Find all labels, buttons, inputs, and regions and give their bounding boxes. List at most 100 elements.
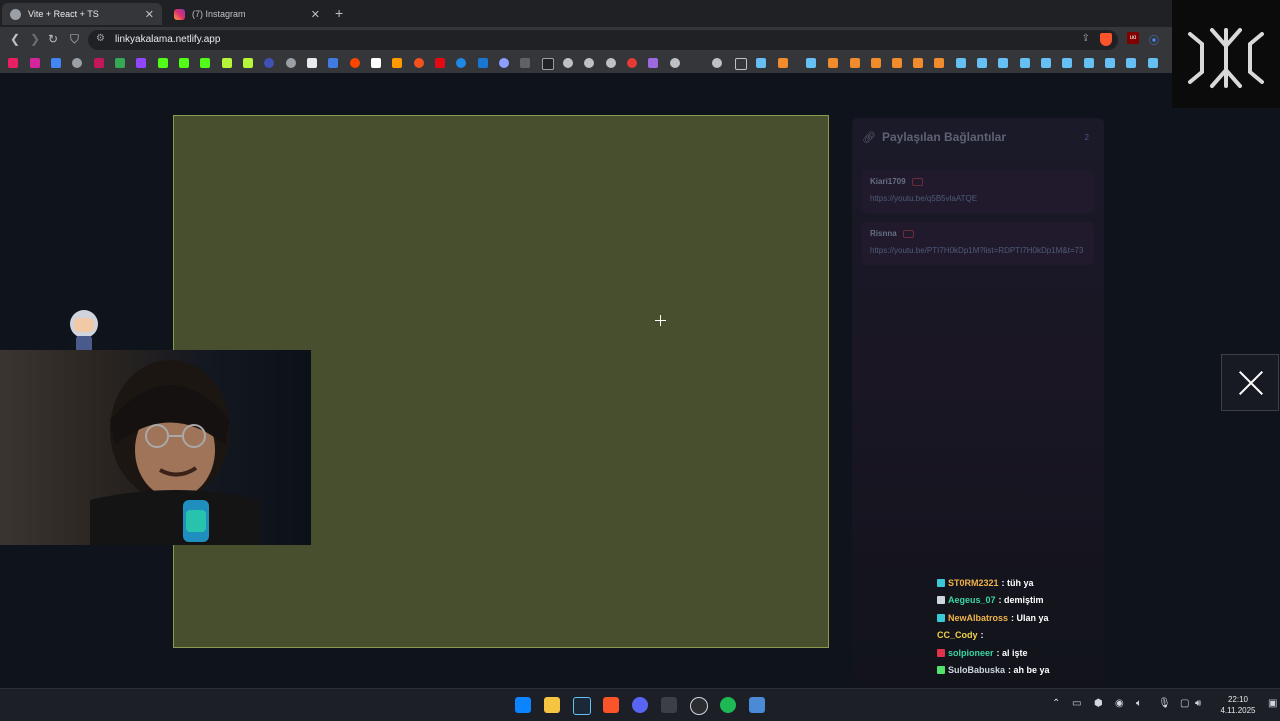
bookmark-item-icon[interactable] — [328, 58, 338, 68]
bookmark-item-icon[interactable] — [778, 58, 788, 68]
bookmark-item-icon[interactable] — [158, 58, 168, 68]
close-tab-icon[interactable]: ✕ — [311, 8, 320, 21]
bookmark-item-icon[interactable] — [871, 58, 881, 68]
steam-bookmark-icon[interactable] — [1020, 58, 1030, 68]
steam-bookmark-icon[interactable] — [1041, 58, 1051, 68]
forward-icon[interactable]: ❯ — [30, 32, 40, 46]
file-explorer-icon[interactable] — [544, 697, 560, 713]
steam-bookmark-icon[interactable] — [1084, 58, 1094, 68]
bookmark-item-icon[interactable] — [499, 58, 509, 68]
notification-icon[interactable]: ▣ — [1268, 698, 1277, 709]
app-icon[interactable] — [749, 697, 765, 713]
chat-username: ST0RM2321 — [948, 577, 999, 588]
steam-bookmark-icon[interactable] — [756, 58, 766, 68]
chevron-up-icon[interactable]: ⌃ — [1052, 698, 1060, 709]
spotify-icon[interactable] — [720, 697, 736, 713]
bookmark-item-icon[interactable] — [520, 58, 530, 68]
kick-badge-icon — [937, 666, 945, 675]
reload-icon[interactable]: ↻ — [48, 32, 58, 46]
link-url[interactable]: https://youtu.be/q5B5vlaATQE — [870, 192, 1086, 206]
steam-bookmark-icon[interactable] — [1062, 58, 1072, 68]
bookmark-item-icon[interactable] — [712, 58, 722, 68]
bookmark-item-icon[interactable] — [670, 58, 680, 68]
shared-link-card[interactable]: Kiari1709 https://youtu.be/q5B5vlaATQE — [862, 170, 1094, 213]
bookmark-item-icon[interactable] — [179, 58, 189, 68]
bookmark-item-icon[interactable] — [222, 58, 232, 68]
bookmark-item-icon[interactable] — [392, 58, 402, 68]
bookmark-item-icon[interactable] — [563, 58, 573, 68]
steam-bookmark-icon[interactable] — [806, 58, 816, 68]
steam-bookmark-icon[interactable] — [1105, 58, 1115, 68]
address-bar[interactable]: ⚙ linkyakalama.netlify.app ⇪ — [88, 30, 1118, 50]
system-clock[interactable]: 22:10 4.11.2025 — [1212, 694, 1264, 716]
shared-link-card[interactable]: Risnna https://youtu.be/PTI7H0kDp1M?list… — [862, 222, 1094, 265]
bookmark-item-icon[interactable] — [72, 58, 82, 68]
bookmark-item-icon[interactable] — [94, 58, 104, 68]
chat-text: : al işte — [996, 647, 1028, 658]
bookmark-item-icon[interactable] — [542, 58, 554, 70]
bookmark-item-icon[interactable] — [286, 58, 296, 68]
bookmark-item-icon[interactable] — [136, 58, 146, 68]
speaker-icon[interactable]: 🔊︎ — [1195, 698, 1201, 709]
kick-badge-icon — [937, 648, 945, 657]
bookmark-item-icon[interactable] — [264, 58, 274, 68]
bookmark-item-icon[interactable] — [435, 58, 445, 68]
steam-bookmark-icon[interactable] — [956, 58, 966, 68]
bookmark-icon[interactable]: ⛉ — [70, 32, 79, 47]
bookmark-item-icon[interactable] — [850, 58, 860, 68]
bookmark-item-icon[interactable] — [828, 58, 838, 68]
site-info-icon[interactable]: ⚙ — [96, 33, 105, 44]
bookmark-item-icon[interactable] — [8, 58, 18, 68]
ublock-icon[interactable]: uo — [1127, 32, 1139, 44]
tab-instagram[interactable]: (7) Instagram ✕ — [166, 3, 328, 25]
back-icon[interactable]: ❮ — [10, 32, 20, 46]
clock-date: 4.11.2025 — [1220, 706, 1256, 715]
badge-icon — [937, 613, 945, 622]
bookmark-item-icon[interactable] — [350, 58, 360, 68]
battery-icon[interactable]: ▭ — [1072, 698, 1081, 709]
steam-bookmark-icon[interactable] — [1126, 58, 1136, 68]
bookmark-item-icon[interactable] — [243, 58, 253, 68]
bookmark-item-icon[interactable] — [456, 58, 466, 68]
brave-browser-icon[interactable] — [603, 697, 619, 713]
close-icon[interactable] — [1221, 354, 1279, 411]
new-tab-button[interactable]: + — [335, 5, 343, 21]
bookmark-item-icon[interactable] — [913, 58, 923, 68]
steam-bookmark-icon[interactable] — [1148, 58, 1158, 68]
app-icon[interactable] — [661, 697, 677, 713]
steam-bookmark-icon[interactable] — [977, 58, 987, 68]
steam-icon[interactable] — [573, 697, 591, 715]
windows-start-icon[interactable] — [515, 697, 531, 713]
obs-icon[interactable] — [690, 697, 708, 715]
bookmark-item-icon[interactable] — [584, 58, 594, 68]
extension-icon[interactable]: ⦿ — [1149, 32, 1159, 47]
bookmark-item-icon[interactable] — [307, 58, 317, 68]
url-text[interactable]: linkyakalama.netlify.app — [115, 34, 220, 45]
discord-icon[interactable] — [632, 697, 648, 713]
bookmark-item-icon[interactable] — [30, 58, 40, 68]
bookmark-item-icon[interactable] — [115, 58, 125, 68]
steam-bookmark-icon[interactable] — [998, 58, 1008, 68]
volume-icon[interactable]: 🔈︎ — [1136, 698, 1142, 709]
bookmark-item-icon[interactable] — [892, 58, 902, 68]
brave-shield-icon[interactable] — [1100, 33, 1112, 46]
share-icon[interactable]: ⇪ — [1082, 33, 1090, 44]
folder-icon[interactable] — [735, 58, 747, 70]
bookmark-item-icon[interactable] — [606, 58, 616, 68]
bookmark-item-icon[interactable] — [627, 58, 637, 68]
bookmark-item-icon[interactable] — [934, 58, 944, 68]
chat-overlay: ST0RM2321 : tüh ya Aegeus_07 : demiştim … — [937, 574, 1167, 679]
network-icon[interactable]: ▢ — [1180, 698, 1189, 709]
bookmark-item-icon[interactable] — [371, 58, 381, 68]
close-tab-icon[interactable]: ✕ — [145, 8, 154, 21]
bookmark-item-icon[interactable] — [200, 58, 210, 68]
bookmark-item-icon[interactable] — [414, 58, 424, 68]
bookmark-item-icon[interactable] — [478, 58, 488, 68]
tab-vite-react[interactable]: Vite + React + TS ✕ — [2, 3, 162, 25]
link-url[interactable]: https://youtu.be/PTI7H0kDp1M?list=RDPTI7… — [870, 244, 1086, 258]
microphone-icon[interactable]: 🎙︎ — [1158, 698, 1171, 709]
bookmark-item-icon[interactable] — [648, 58, 658, 68]
bookmark-item-icon[interactable] — [51, 58, 61, 68]
steam-tray-icon[interactable]: ◉ — [1115, 698, 1124, 709]
tray-app-icon[interactable]: ⬢ — [1094, 698, 1103, 709]
